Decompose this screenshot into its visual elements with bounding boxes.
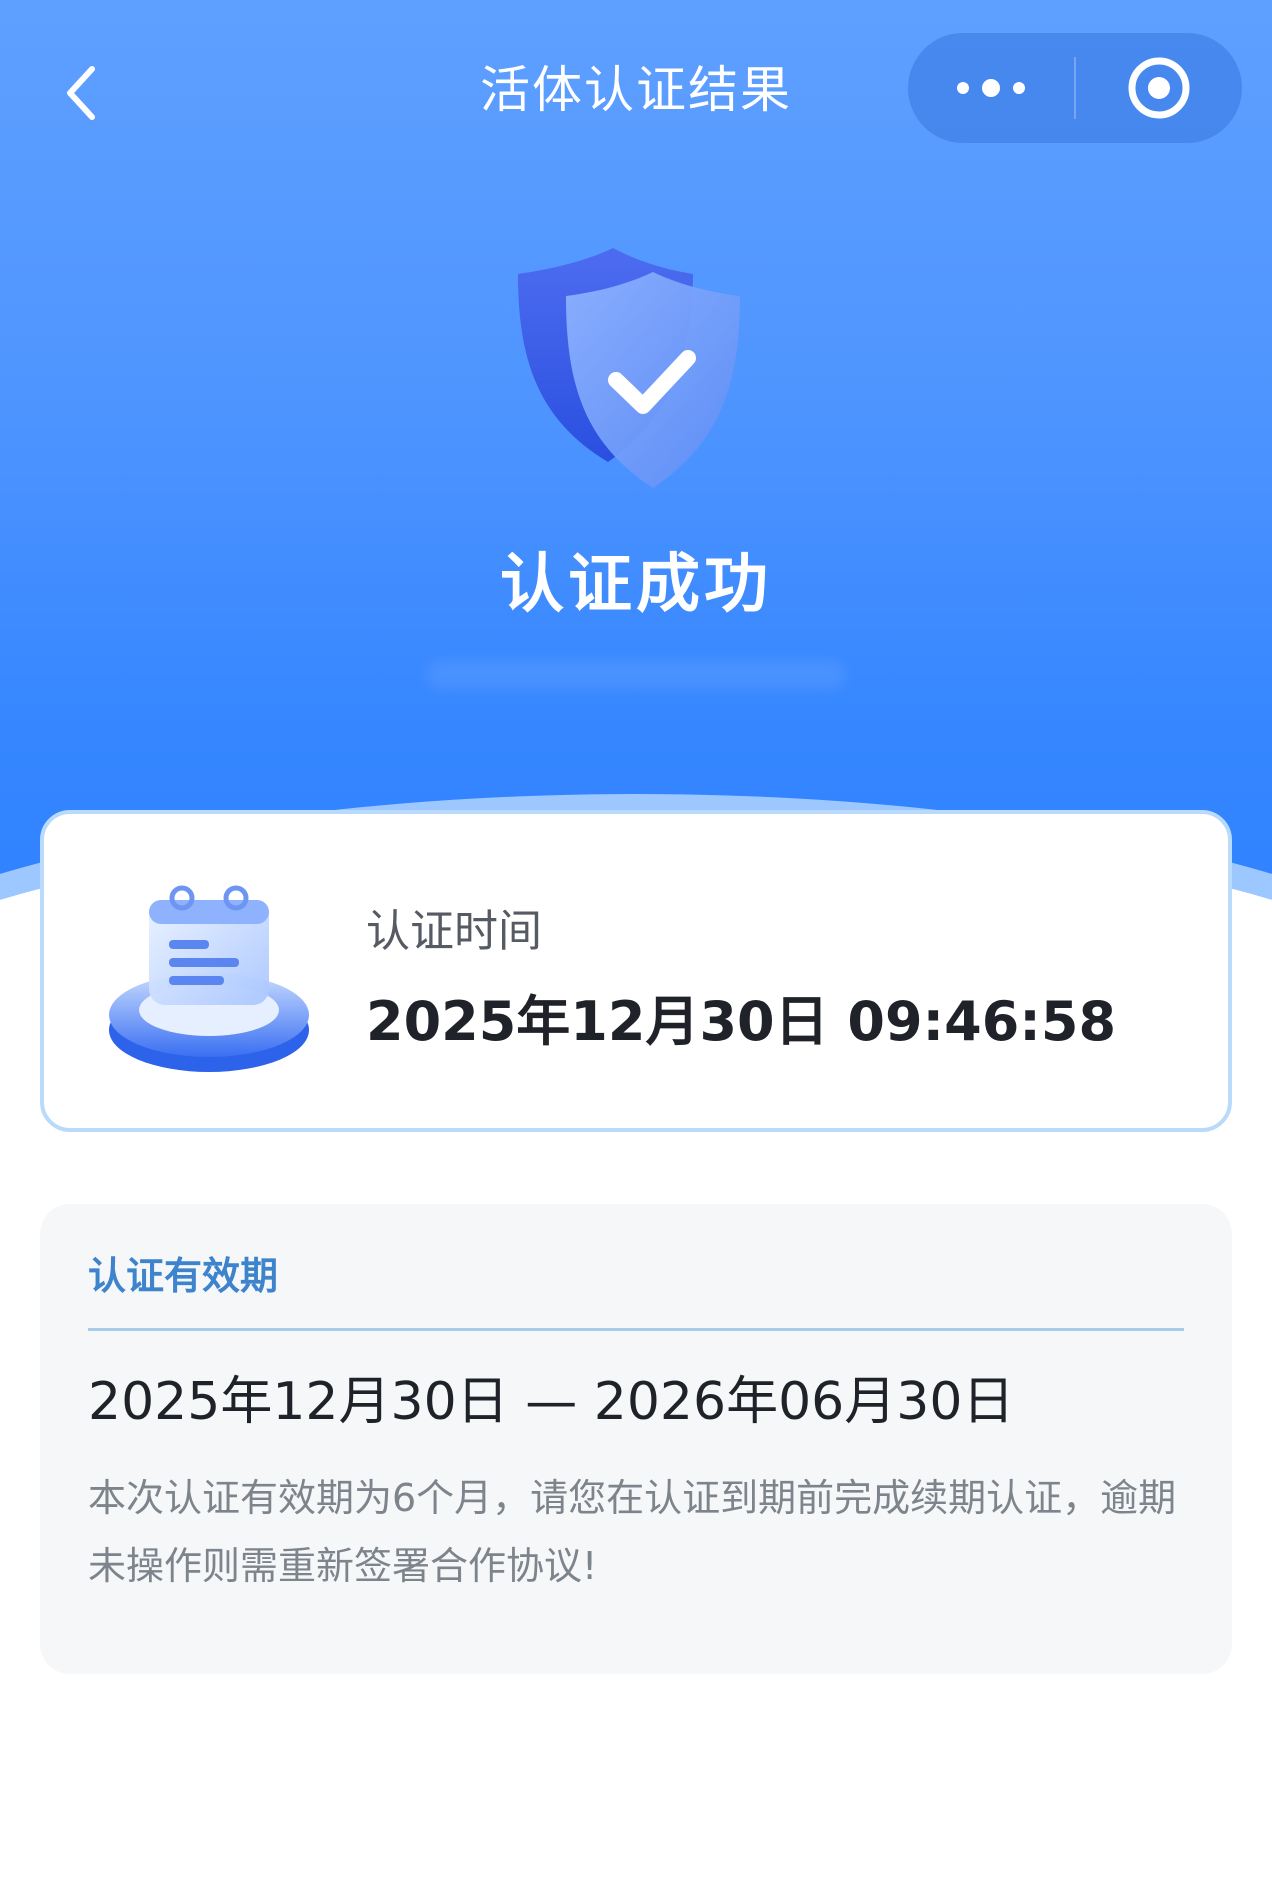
validity-note: 本次认证有效期为6个月，请您在认证到期前完成续期认证，逾期未操作则需重新签署合作… <box>88 1476 1177 1588</box>
page-title: 活体认证结果 <box>480 61 792 119</box>
shield-check-icon <box>508 240 768 500</box>
auth-time-card: 认证时间 2025年12月30日 09:46:58 <box>40 810 1232 1132</box>
result-subtitle-blur <box>426 660 846 690</box>
chevron-left-icon <box>67 66 95 120</box>
validity-range: 2025年12月30日 — 2026年06月30日 <box>88 1372 1015 1432</box>
result-title: 认证成功 <box>500 548 772 622</box>
mini-program-capsule <box>908 33 1242 143</box>
validity-divider <box>88 1328 1184 1331</box>
calendar-icon <box>94 860 324 1090</box>
validity-card: 认证有效期 2025年12月30日 — 2026年06月30日 本次认证有效期为… <box>40 1204 1232 1674</box>
more-button[interactable] <box>908 33 1074 143</box>
target-circle-icon <box>1128 57 1190 119</box>
more-dots-icon <box>957 79 1025 97</box>
back-button[interactable] <box>52 58 112 128</box>
auth-time-value: 2025年12月30日 09:46:58 <box>366 990 1117 1053</box>
validity-label: 认证有效期 <box>88 1254 279 1298</box>
auth-time-label: 认证时间 <box>366 906 542 957</box>
close-button[interactable] <box>1076 33 1242 143</box>
